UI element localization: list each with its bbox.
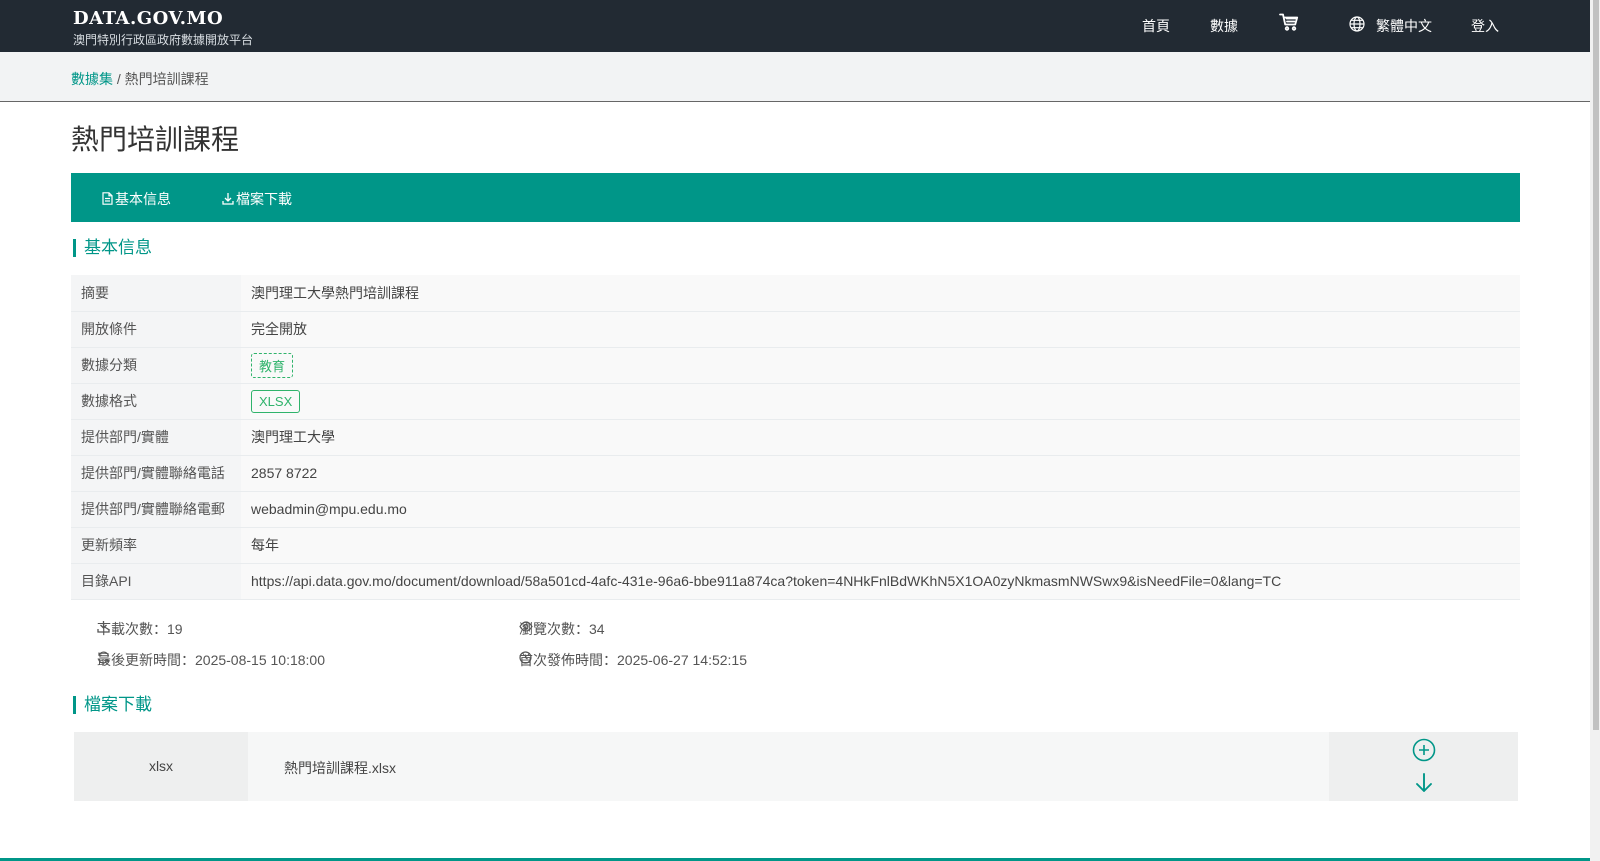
- row-key: 提供部門/實體: [71, 419, 241, 456]
- category-tag[interactable]: 教育: [251, 352, 294, 378]
- table-row: 提供部門/實體 澳門理工大學: [71, 419, 1520, 456]
- breadcrumb-separator: /: [113, 71, 125, 87]
- site-logo-title[interactable]: DATA.GOV.MO: [73, 8, 223, 29]
- document-icon: [102, 192, 113, 208]
- clock-icon: [519, 651, 532, 667]
- download-count-icon: [97, 620, 110, 636]
- row-value: 完全開放: [241, 311, 1520, 348]
- row-value: XLSX: [241, 383, 1520, 420]
- breadcrumb-bar: 數據集 / 熱門培訓課程: [0, 52, 1590, 102]
- section-tabbar: 基本信息 檔案下載: [71, 173, 1520, 222]
- table-row: 數據格式 XLSX: [71, 383, 1520, 420]
- site-logo-subtitle: 澳門特別行政區政府數據開放平台: [73, 33, 254, 47]
- row-value: 每年: [241, 527, 1520, 564]
- page-scrollbar-thumb[interactable]: [1593, 0, 1599, 730]
- row-key: 目錄API: [71, 563, 241, 600]
- tab-basic-info-label: 基本信息: [115, 191, 171, 207]
- file-row: xlsx 熱門培訓課程.xlsx: [74, 732, 1518, 801]
- add-to-cart-icon[interactable]: [1412, 738, 1436, 767]
- download-icon: [222, 192, 234, 208]
- row-key: 提供部門/實體聯絡電郵: [71, 491, 241, 528]
- nav-data-link[interactable]: 數據: [1210, 16, 1238, 36]
- row-key: 開放條件: [71, 311, 241, 348]
- file-name[interactable]: 熱門培訓課程.xlsx: [284, 758, 396, 778]
- first-published: 首次發佈時間：2025-06-27 14:52:15: [519, 651, 747, 668]
- file-actions: [1329, 732, 1518, 801]
- row-value: webadmin@mpu.edu.mo: [241, 491, 1520, 528]
- download-arrow-icon[interactable]: [1412, 771, 1436, 800]
- language-label: 繁體中文: [1376, 18, 1432, 34]
- login-link[interactable]: 登入: [1471, 16, 1499, 36]
- tab-basic-info[interactable]: 基本信息: [102, 189, 171, 209]
- row-key: 提供部門/實體聯絡電話: [71, 455, 241, 492]
- api-url-value[interactable]: https://api.data.gov.mo/document/downloa…: [241, 563, 1520, 600]
- breadcrumb: 數據集 / 熱門培訓課程: [71, 69, 209, 89]
- row-key: 更新頻率: [71, 527, 241, 564]
- cart-icon[interactable]: [1279, 13, 1299, 31]
- format-tag: XLSX: [251, 389, 301, 413]
- file-type: xlsx: [74, 732, 248, 801]
- table-row: 數據分類 教育: [71, 347, 1520, 384]
- row-key: 數據格式: [71, 383, 241, 420]
- table-row: 更新頻率 每年: [71, 527, 1520, 564]
- eye-icon: [519, 620, 533, 636]
- view-count: 瀏覽次數：34: [519, 620, 605, 637]
- row-key: 數據分類: [71, 347, 241, 384]
- row-value: 教育: [241, 347, 1520, 384]
- table-row: 開放條件 完全開放: [71, 311, 1520, 348]
- globe-icon: [1349, 16, 1365, 32]
- row-value: 澳門理工大學: [241, 419, 1520, 456]
- row-key: 摘要: [71, 275, 241, 312]
- table-row: 摘要 澳門理工大學熱門培訓課程: [71, 275, 1520, 312]
- file-download-section-title: 檔案下載: [73, 696, 152, 714]
- table-row: 提供部門/實體聯絡電話 2857 8722: [71, 455, 1520, 492]
- row-value: 2857 8722: [241, 455, 1520, 492]
- last-updated: 最後更新時間：2025-08-15 10:18:00: [97, 651, 325, 668]
- top-navbar: DATA.GOV.MO 澳門特別行政區政府數據開放平台 首頁 數據 繁體中文 登…: [0, 0, 1590, 52]
- breadcrumb-datasets-link[interactable]: 數據集: [71, 71, 113, 87]
- table-row: 提供部門/實體聯絡電郵 webadmin@mpu.edu.mo: [71, 491, 1520, 528]
- tab-file-download-label: 檔案下載: [236, 191, 292, 207]
- nav-home-link[interactable]: 首頁: [1142, 16, 1170, 36]
- refresh-icon: [97, 651, 110, 667]
- tab-file-download[interactable]: 檔案下載: [222, 189, 292, 209]
- basic-info-section-title: 基本信息: [73, 239, 152, 257]
- download-count: 下載次數：19: [97, 620, 183, 637]
- basic-info-table: 摘要 澳門理工大學熱門培訓課程 開放條件 完全開放 數據分類 教育 數據格式 X…: [71, 275, 1520, 600]
- breadcrumb-current: 熱門培訓課程: [124, 71, 209, 87]
- table-row: 目錄API https://api.data.gov.mo/document/d…: [71, 563, 1520, 600]
- row-value: 澳門理工大學熱門培訓課程: [241, 275, 1520, 312]
- page-title: 熱門培訓課程: [71, 124, 240, 155]
